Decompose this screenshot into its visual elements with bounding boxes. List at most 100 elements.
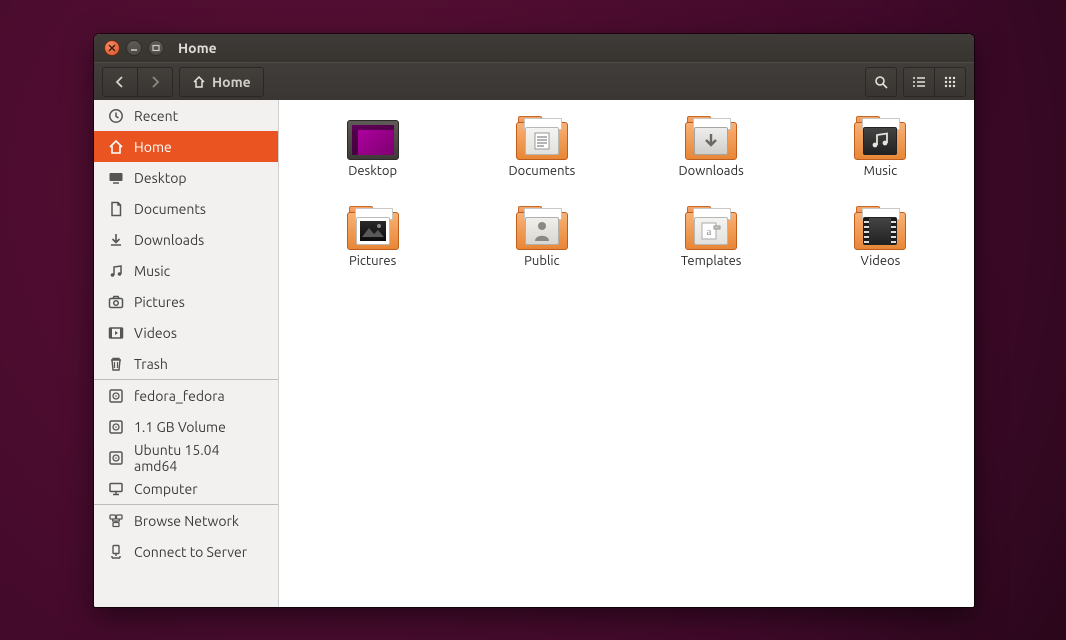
folder-public[interactable]: Public: [462, 206, 621, 268]
folder-documents[interactable]: Documents: [462, 116, 621, 178]
window-title: Home: [178, 40, 217, 56]
sidebar-item-label: Trash: [134, 356, 168, 372]
sidebar-item-browse-network[interactable]: Browse Network: [94, 505, 278, 536]
folder-label: Pictures: [349, 254, 396, 268]
close-icon: [108, 44, 116, 52]
folder-music[interactable]: Music: [801, 116, 960, 178]
folder-icon: [854, 206, 906, 250]
folder-icon: [347, 206, 399, 250]
folder-label: Music: [864, 164, 898, 178]
sidebar-item-label: Recent: [134, 108, 178, 124]
chevron-left-icon: [114, 76, 126, 88]
sidebar-item-label: Computer: [134, 481, 198, 497]
folder-label: Videos: [860, 254, 900, 268]
sidebar: Recent Home Desktop Documents Downloads Music…: [94, 100, 279, 607]
folder-icon: [516, 116, 568, 160]
sidebar-item-label: Desktop: [134, 170, 187, 186]
nav-group: [102, 67, 173, 97]
sidebar-item-music[interactable]: Music: [94, 255, 278, 286]
folder-label: Documents: [508, 164, 575, 178]
music-icon: [108, 263, 124, 279]
sidebar-item-ubuntu-15-04-amd64[interactable]: Ubuntu 15.04 amd64: [94, 442, 278, 473]
window-maximize-button[interactable]: [148, 40, 164, 56]
folder-downloads[interactable]: Downloads: [632, 116, 791, 178]
download-icon: [108, 232, 124, 248]
maximize-icon: [152, 44, 160, 52]
disk-icon: [108, 419, 124, 435]
sidebar-item-label: Music: [134, 263, 170, 279]
folder-grid: Desktop Documents Downloads Music Pictures Pu…: [293, 116, 960, 268]
sidebar-item-videos[interactable]: Videos: [94, 317, 278, 348]
sidebar-item-computer[interactable]: Computer: [94, 473, 278, 504]
computer-icon: [108, 481, 124, 497]
sidebar-item-connect-to-server[interactable]: Connect to Server: [94, 536, 278, 567]
sidebar-item-recent[interactable]: Recent: [94, 100, 278, 131]
folder-desktop[interactable]: Desktop: [293, 116, 452, 178]
server-icon: [108, 544, 124, 560]
sidebar-item-label: Downloads: [134, 232, 204, 248]
sidebar-item-pictures[interactable]: Pictures: [94, 286, 278, 317]
sidebar-item-desktop[interactable]: Desktop: [94, 162, 278, 193]
sidebar-item-label: fedora_fedora: [134, 388, 225, 404]
sidebar-item-documents[interactable]: Documents: [94, 193, 278, 224]
sidebar-item-label: Connect to Server: [134, 544, 247, 560]
minimize-icon: [130, 44, 138, 52]
grid-icon: [943, 75, 957, 89]
toolbar-right-group: [865, 67, 966, 97]
sidebar-item-downloads[interactable]: Downloads: [94, 224, 278, 255]
forward-button[interactable]: [138, 67, 173, 97]
folder-label: Templates: [681, 254, 742, 268]
camera-icon: [108, 294, 124, 310]
back-button[interactable]: [102, 67, 138, 97]
folder-pictures[interactable]: Pictures: [293, 206, 452, 268]
folder-templates[interactable]: a Templates: [632, 206, 791, 268]
video-icon: [108, 325, 124, 341]
sidebar-item-fedora-fedora[interactable]: fedora_fedora: [94, 380, 278, 411]
window-close-button[interactable]: [104, 40, 120, 56]
toolbar: Home: [94, 62, 974, 100]
sidebar-item-1-1-gb-volume[interactable]: 1.1 GB Volume: [94, 411, 278, 442]
sidebar-item-label: Browse Network: [134, 513, 239, 529]
clock-icon: [108, 108, 124, 124]
folder-label: Public: [524, 254, 559, 268]
disk-icon: [108, 388, 124, 404]
window-minimize-button[interactable]: [126, 40, 142, 56]
desktop-icon: [347, 116, 399, 160]
folder-label: Downloads: [679, 164, 744, 178]
folder-videos[interactable]: Videos: [801, 206, 960, 268]
disk-icon: [108, 450, 124, 466]
sidebar-item-label: Pictures: [134, 294, 185, 310]
list-view-button[interactable]: [903, 67, 935, 97]
sidebar-item-label: Ubuntu 15.04 amd64: [134, 442, 264, 474]
content-area: Desktop Documents Downloads Music Pictures Pu…: [279, 100, 974, 607]
list-icon: [912, 75, 926, 89]
trash-icon: [108, 356, 124, 372]
home-icon: [108, 139, 124, 155]
search-button[interactable]: [865, 67, 897, 97]
doc-icon: [108, 201, 124, 217]
file-manager-window: Home Home: [94, 34, 974, 607]
chevron-right-icon: [149, 76, 161, 88]
home-icon: [192, 75, 206, 89]
network-icon: [108, 513, 124, 529]
path-home-button[interactable]: Home: [179, 67, 264, 97]
sidebar-item-label: Videos: [134, 325, 177, 341]
desktop-icon: [108, 170, 124, 186]
folder-icon: a: [685, 206, 737, 250]
search-icon: [874, 75, 888, 89]
titlebar: Home: [94, 34, 974, 62]
sidebar-item-label: Documents: [134, 201, 206, 217]
sidebar-item-home[interactable]: Home: [94, 131, 278, 162]
svg-text:a: a: [707, 226, 712, 238]
folder-icon: [516, 206, 568, 250]
sidebar-item-label: Home: [134, 139, 172, 155]
folder-icon: [854, 116, 906, 160]
window-body: Recent Home Desktop Documents Downloads Music…: [94, 100, 974, 607]
sidebar-item-trash[interactable]: Trash: [94, 348, 278, 379]
sidebar-item-label: 1.1 GB Volume: [134, 419, 226, 435]
folder-label: Desktop: [348, 164, 397, 178]
folder-icon: [685, 116, 737, 160]
grid-view-button[interactable]: [935, 67, 966, 97]
view-mode-group: [903, 67, 966, 97]
path-label: Home: [212, 74, 251, 90]
